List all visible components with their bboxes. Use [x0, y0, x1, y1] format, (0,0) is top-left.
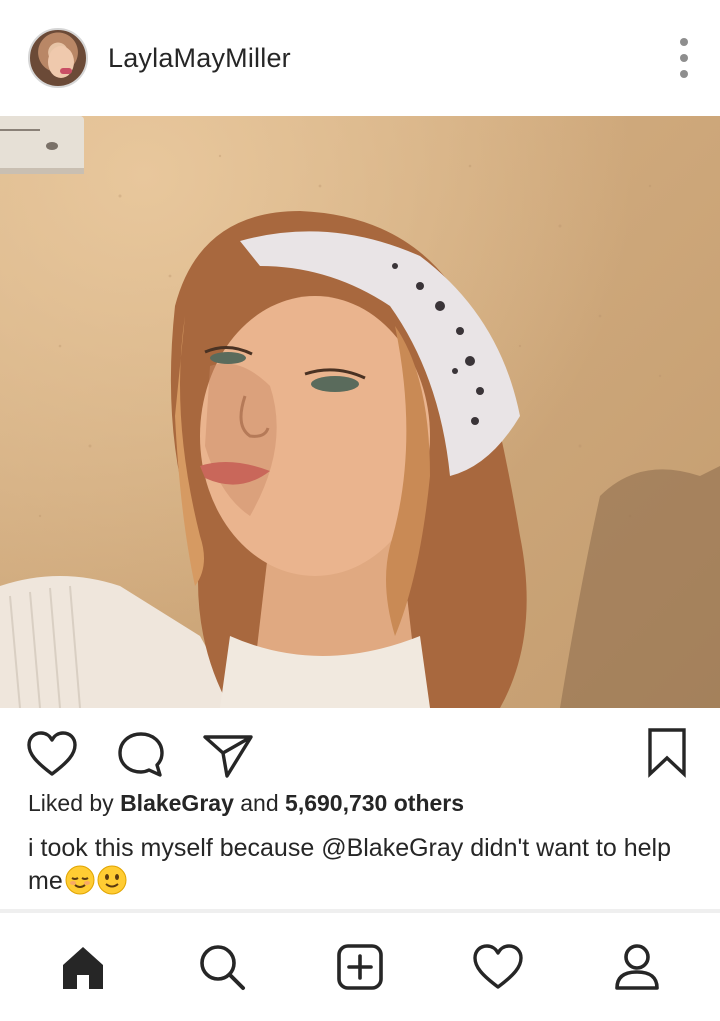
- post-username[interactable]: LaylaMayMiller: [108, 43, 291, 74]
- profile-icon[interactable]: [601, 931, 673, 1003]
- heart-icon[interactable]: [26, 730, 78, 783]
- slightly-smiling-face-icon: [97, 865, 127, 895]
- home-icon[interactable]: [47, 931, 119, 1003]
- avatar[interactable]: [28, 28, 88, 88]
- likes-middle: and: [233, 790, 286, 816]
- likes-summary: Liked by BlakeGray and 5,690,730 others: [28, 790, 464, 817]
- bookmark-icon[interactable]: [646, 726, 688, 783]
- bottom-nav: [0, 913, 720, 1021]
- comment-icon[interactable]: [116, 730, 166, 785]
- more-vertical-icon[interactable]: [676, 38, 692, 78]
- add-post-icon[interactable]: [324, 931, 396, 1003]
- liked-by-user[interactable]: BlakeGray: [120, 790, 234, 816]
- search-icon[interactable]: [186, 931, 258, 1003]
- send-icon[interactable]: [202, 732, 254, 785]
- post-caption: i took this myself because @BlakeGray di…: [28, 832, 698, 898]
- photo-illustration: [0, 116, 720, 708]
- activity-heart-icon[interactable]: [462, 931, 534, 1003]
- post-photo[interactable]: [0, 116, 720, 708]
- post-header: LaylaMayMiller: [0, 0, 720, 116]
- relieved-face-icon: [65, 865, 95, 895]
- likes-prefix: Liked by: [28, 790, 121, 816]
- likes-count[interactable]: 5,690,730 others: [285, 790, 464, 816]
- avatar-lips: [60, 68, 72, 74]
